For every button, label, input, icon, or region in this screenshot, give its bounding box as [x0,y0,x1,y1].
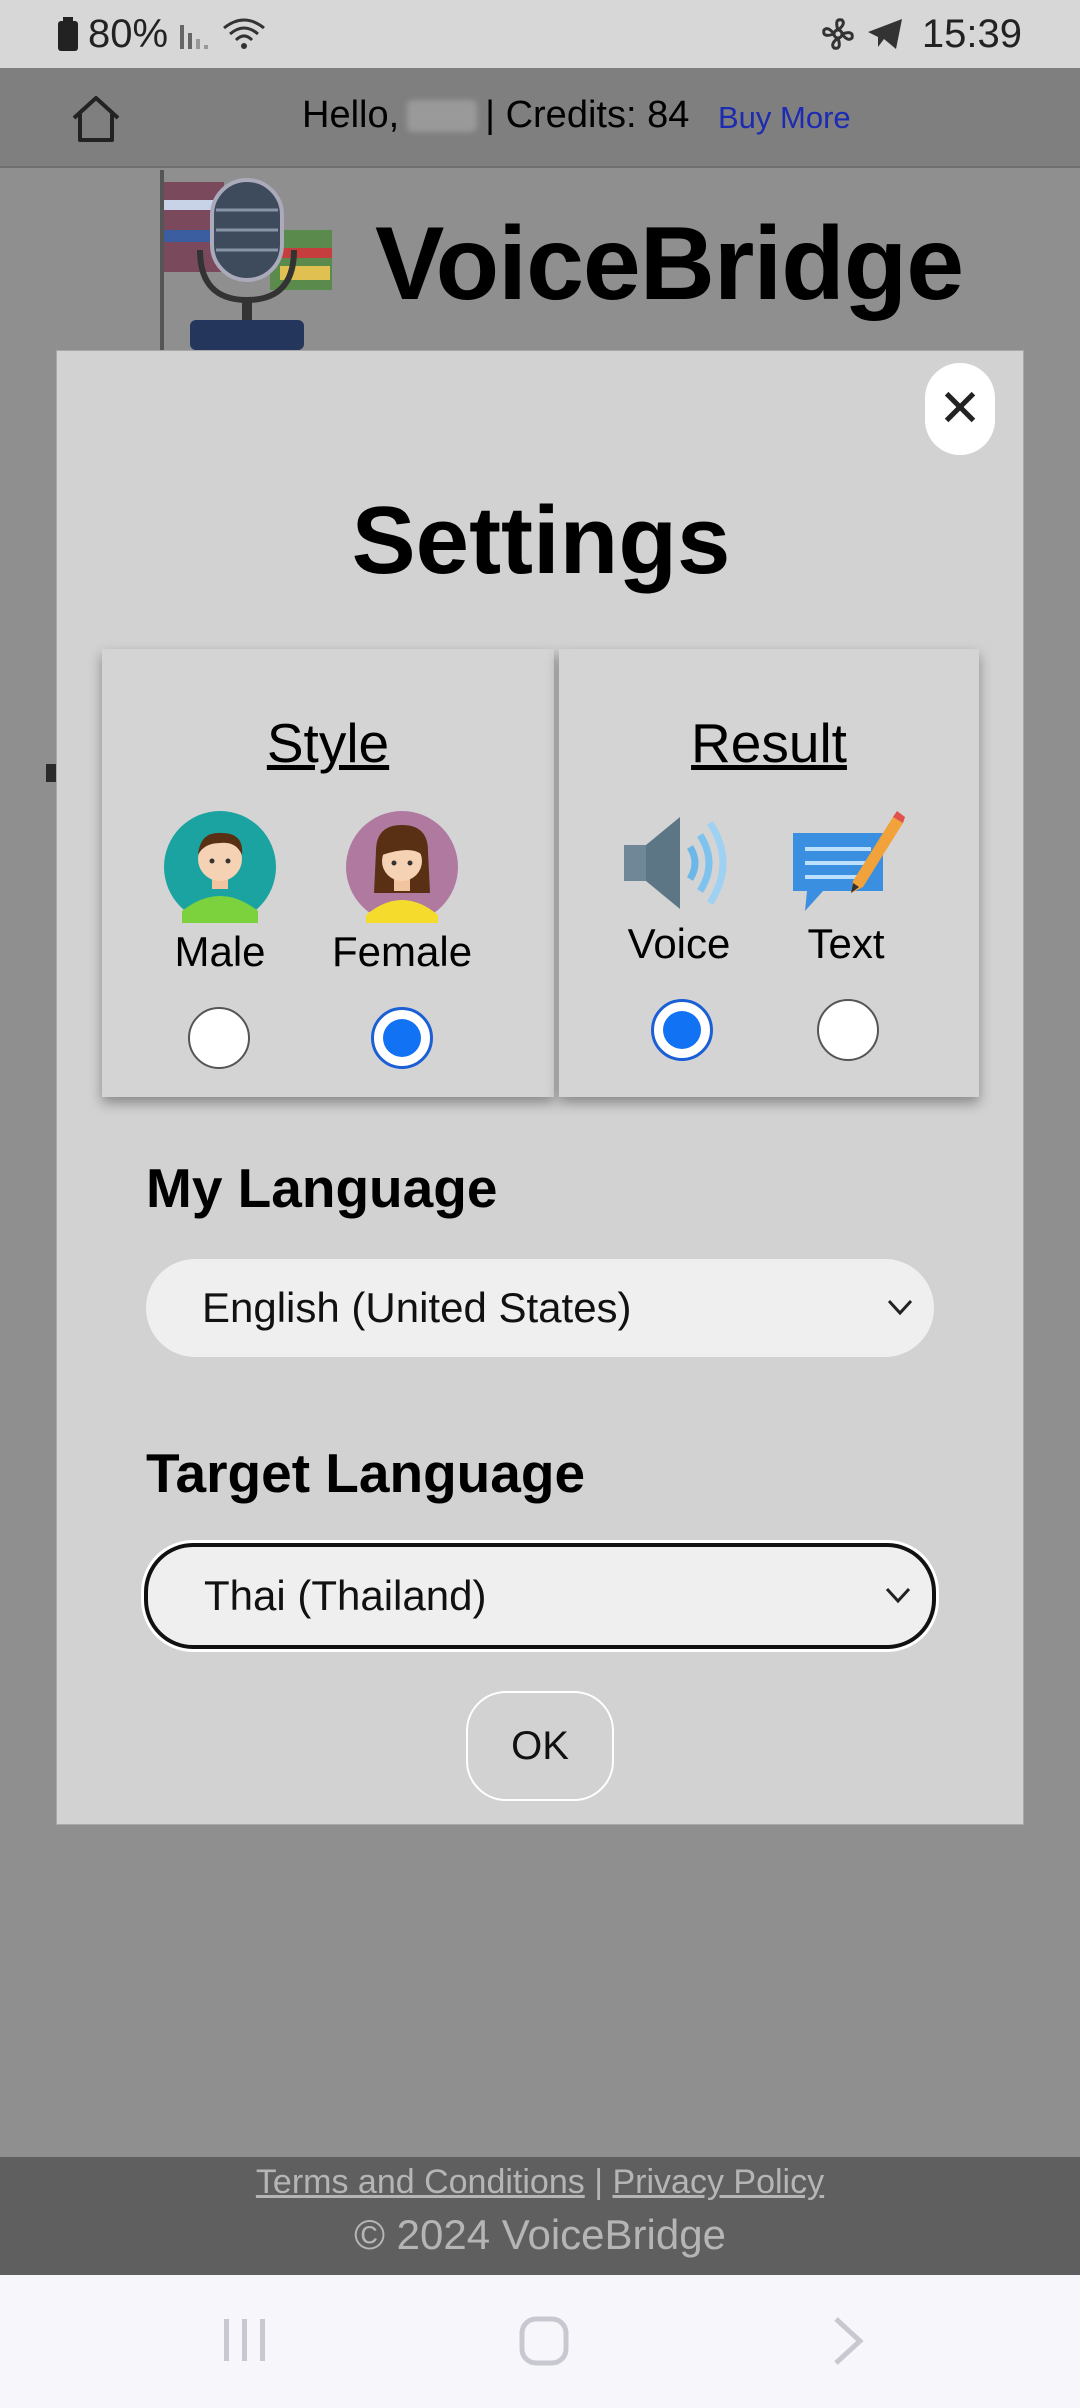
terms-link[interactable]: Terms and Conditions [256,2163,585,2201]
target-language-label: Target Language [146,1442,586,1504]
result-option-text[interactable]: Text [781,811,911,968]
brand-title: VoiceBridge [375,206,964,322]
voice-radio[interactable] [651,999,713,1061]
signal-icon [180,25,209,49]
wifi-icon [223,18,265,49]
my-language-label: My Language [146,1157,498,1219]
result-option-voice[interactable]: Voice [614,811,744,968]
target-language-select[interactable]: Thai (Thailand) [144,1543,936,1649]
footer-links: Terms and Conditions | Privacy Policy [0,2163,1080,2202]
battery-level: 80% [88,11,169,56]
ok-button[interactable]: OK [466,1691,614,1801]
settings-title: Settings [351,487,731,594]
credits-text: | Credits: 84 [485,94,690,136]
close-icon: ✕ [938,380,982,438]
fan-icon [822,18,854,50]
clock: 15:39 [921,11,1022,56]
female-avatar-icon [346,811,458,923]
ok-label: OK [511,1723,569,1768]
result-panel: Result Voice Text [559,649,979,1097]
microphone-flags-logo-icon [160,170,332,350]
battery-icon [58,17,78,51]
copyright: © 2024 VoiceBridge [354,2211,726,2258]
my-language-select[interactable]: English (United States) [146,1259,934,1357]
back-icon[interactable] [828,2315,868,2367]
style-option-male[interactable]: Male [150,811,290,976]
settings-dialog: ✕ Settings Style Male Female Result Voic… [56,350,1024,1825]
result-option-label: Text [807,920,885,967]
style-option-female[interactable]: Female [332,811,472,976]
female-radio[interactable] [371,1007,433,1069]
app-header: Hello, | Credits: 84 Buy More [0,68,1080,168]
system-nav-bar [0,2275,1080,2408]
text-radio[interactable] [817,999,879,1061]
close-button[interactable]: ✕ [925,363,995,455]
target-language-value: Thai (Thailand) [204,1572,487,1619]
home-icon[interactable] [68,94,124,146]
greeting-prefix: Hello, [302,94,400,136]
male-radio[interactable] [188,1007,250,1069]
chevron-down-icon [885,1587,911,1604]
my-language-value: English (United States) [202,1284,632,1331]
telegram-icon [867,19,902,49]
chevron-down-icon [887,1299,913,1316]
home-nav-icon[interactable] [518,2315,570,2367]
result-option-label: Voice [627,920,731,967]
status-bar: 80% 15:39 [0,0,1080,68]
blurred-username [407,99,478,132]
greeting: Hello, | Credits: 84 [302,94,689,137]
style-option-label: Male [174,928,266,975]
text-message-icon [793,811,905,911]
style-title: Style [266,712,390,774]
background-control [46,764,56,782]
style-panel: Style Male Female [102,649,554,1097]
buy-more-link[interactable]: Buy More [718,100,851,136]
result-title: Result [691,712,847,774]
recent-apps-icon[interactable] [220,2315,270,2365]
footer: Terms and Conditions | Privacy Policy © … [0,2157,1080,2275]
style-option-label: Female [332,928,473,975]
brand: VoiceBridge [160,170,964,350]
footer-separator: | [594,2163,604,2201]
male-avatar-icon [164,811,276,923]
speaker-icon [624,817,727,909]
privacy-link[interactable]: Privacy Policy [612,2163,824,2201]
